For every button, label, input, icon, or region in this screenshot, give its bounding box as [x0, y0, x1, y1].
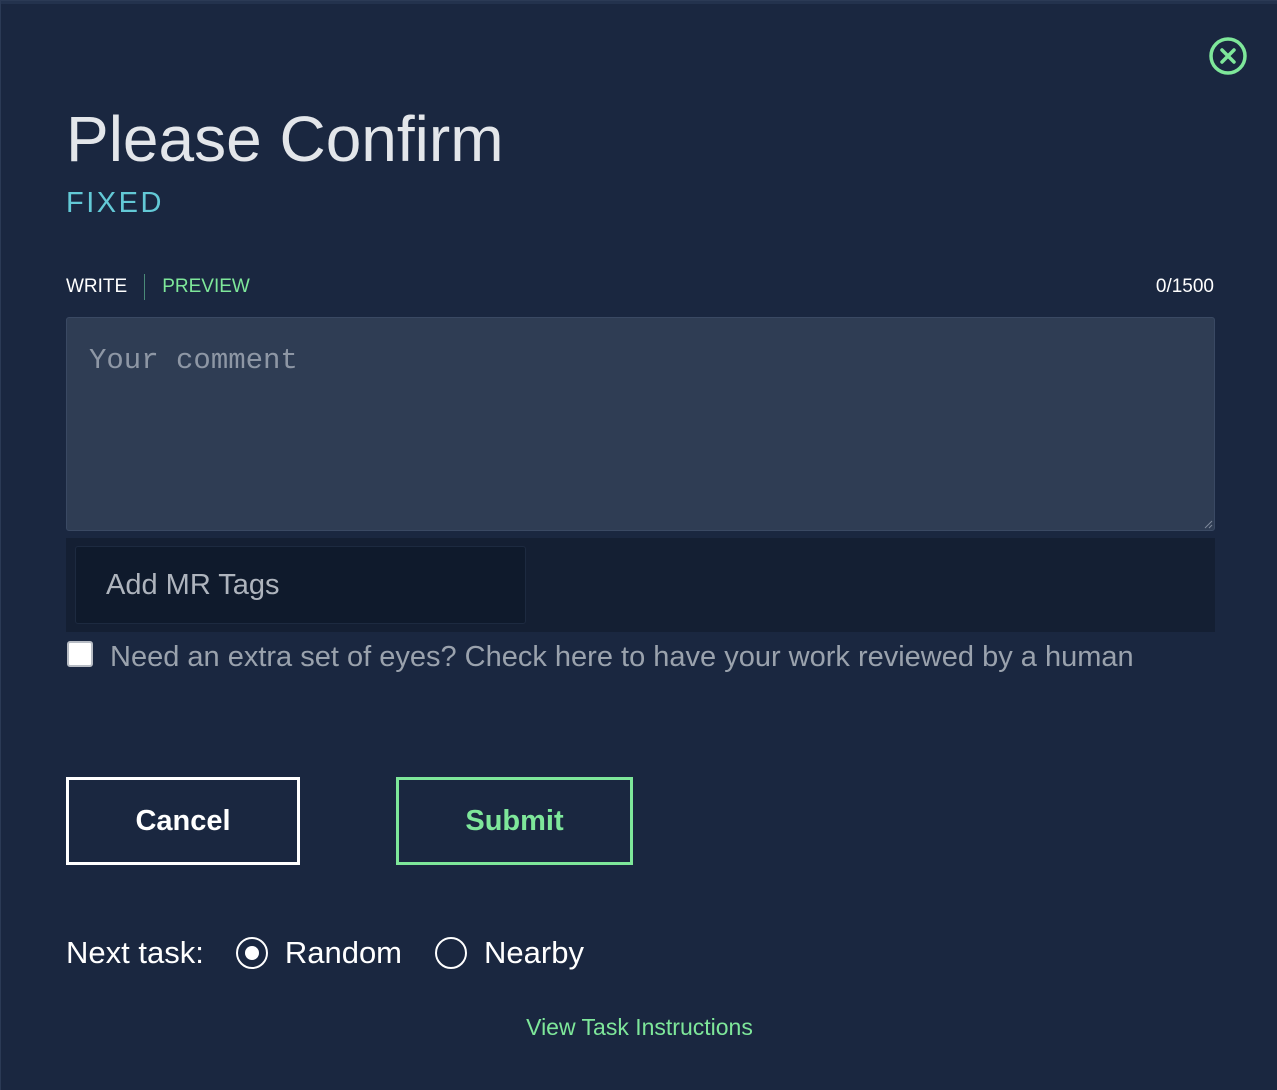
radio-option-nearby[interactable]: Nearby — [435, 935, 584, 971]
human-review-checkbox[interactable] — [67, 641, 93, 667]
radio-nearby-indicator[interactable] — [435, 937, 468, 969]
editor-tabs: WRITE PREVIEW — [66, 273, 250, 301]
next-task-selector: Next task: Random Nearby — [66, 929, 584, 977]
close-circle-icon — [1209, 37, 1247, 75]
task-status-label: FIXED — [66, 187, 164, 219]
character-count: 0/1500 — [1155, 276, 1214, 297]
cancel-button[interactable]: Cancel — [66, 777, 300, 865]
mr-tags-input[interactable] — [75, 546, 526, 624]
confirm-dialog: Please Confirm FIXED WRITE PREVIEW 0/150… — [0, 0, 1277, 1090]
radio-nearby-label: Nearby — [484, 935, 584, 970]
tab-preview[interactable]: PREVIEW — [162, 276, 250, 298]
comment-textarea[interactable] — [66, 317, 1215, 531]
next-task-label: Next task: — [66, 935, 204, 970]
dialog-title: Please Confirm — [66, 103, 504, 175]
human-review-label: Need an extra set of eyes? Check here to… — [110, 641, 1134, 673]
radio-random-label: Random — [284, 935, 403, 970]
submit-button[interactable]: Submit — [396, 777, 633, 865]
close-button[interactable] — [1208, 36, 1248, 76]
tab-divider — [144, 274, 146, 300]
top-edge-strip — [1, 1, 1277, 4]
tab-write[interactable]: WRITE — [66, 276, 127, 298]
view-task-instructions-link[interactable]: View Task Instructions — [1, 1011, 1277, 1043]
radio-random-indicator[interactable] — [235, 937, 268, 969]
radio-option-random[interactable]: Random — [235, 935, 403, 971]
